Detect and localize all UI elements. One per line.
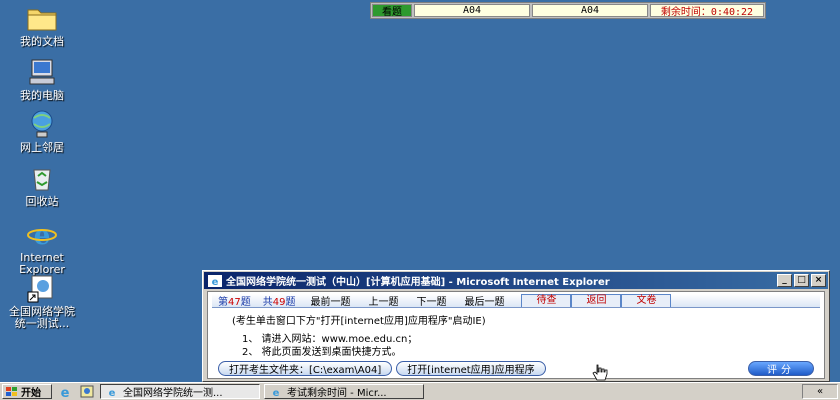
desktop-icon-label: 回收站 <box>25 195 59 208</box>
system-tray[interactable]: « <box>802 384 838 399</box>
question-nav-bar: 第47题 共49题 最前一题 上一题 下一题 最后一题 待查 返回 文卷 <box>212 294 820 308</box>
desktop-icon-exam-shortcut[interactable]: 全国网络学院 统一测试... <box>0 272 84 330</box>
taskbar-item-exam-window[interactable]: e 全国网络学院统一测... <box>100 384 260 399</box>
step-2: 2、 将此页面发送到桌面快捷方式。 <box>242 347 402 358</box>
desktop-icon-my-computer[interactable]: 我的电脑 <box>0 56 84 102</box>
tray-expand-icon: « <box>816 386 824 397</box>
svg-text:e: e <box>61 386 70 399</box>
ie-icon: e <box>273 388 280 398</box>
svg-text:e: e <box>34 221 51 250</box>
start-label: 开始 <box>21 388 41 399</box>
desktop-icon-recycle-bin[interactable]: 回收站 <box>0 162 84 208</box>
svg-text:e: e <box>212 277 219 287</box>
desktop-icon-my-documents[interactable]: 我的文档 <box>0 2 84 48</box>
prev-question-link[interactable]: 上一题 <box>359 293 407 308</box>
hand-cursor-icon <box>592 364 608 381</box>
instruction-text: (考生单击窗口下方"打开[internet应用]应用程序"启动IE) <box>232 316 486 327</box>
close-icon: × <box>814 275 823 285</box>
folder-icon <box>27 9 57 31</box>
maximize-button[interactable]: □ <box>794 274 809 287</box>
view-question-button[interactable]: 看题 <box>372 4 412 18</box>
last-question-link[interactable]: 最后一题 <box>455 293 513 308</box>
desktop-icon-label: 我的文档 <box>20 35 64 48</box>
computer-icon <box>29 59 55 85</box>
desktop-icon-label-line2: 统一测试... <box>14 317 70 330</box>
paper-tab[interactable]: 文卷 <box>622 294 671 307</box>
score-button[interactable]: 评分 <box>748 360 814 376</box>
exam-status-bar: 看题 A04 A04 剩余时间：0:40:22 <box>370 2 766 19</box>
action-row: 打开考生文件夹：[C:\exam\A04] 打开[internet应用]应用程序… <box>218 360 818 376</box>
quicklaunch-ie-icon[interactable]: e <box>56 384 74 399</box>
ie-icon: e <box>27 221 57 250</box>
open-app-button[interactable]: 打开[internet应用]应用程序 <box>396 360 546 376</box>
back-tab[interactable]: 返回 <box>572 294 621 307</box>
remaining-time: 剩余时间：0:40:22 <box>650 4 764 18</box>
windows-logo-icon <box>6 386 17 396</box>
desktop-icon-network[interactable]: 网上邻居 <box>0 108 84 154</box>
minimize-button[interactable]: _ <box>777 274 792 287</box>
minimize-icon: _ <box>782 275 787 285</box>
exam-code-cell: A04 <box>414 4 530 17</box>
first-question-link[interactable]: 最前一题 <box>301 293 359 308</box>
exam-code-cell-2: A04 <box>532 4 648 17</box>
ie-icon: e <box>109 388 116 398</box>
taskbar-item-label: 考试剩余时间 - Micr... <box>287 388 387 399</box>
quicklaunch-outlook-icon[interactable] <box>78 384 96 399</box>
window-title: 全国网络学院统一测试（中山）[计算机应用基础] - Microsoft Inte… <box>226 277 610 288</box>
next-question-link[interactable]: 下一题 <box>407 293 455 308</box>
open-folder-button[interactable]: 打开考生文件夹：[C:\exam\A04] <box>218 360 393 376</box>
taskbar: 开始 e e 全国网络学院统一测... e 考试剩余时间 - Micr... « <box>0 382 840 400</box>
network-icon <box>31 110 53 138</box>
shortcut-icon <box>27 275 53 303</box>
start-button[interactable]: 开始 <box>2 384 52 399</box>
desktop-icon-internet-explorer[interactable]: e Internet Explorer <box>0 218 84 276</box>
pending-review-tab[interactable]: 待查 <box>522 294 571 307</box>
maximize-icon: □ <box>797 275 806 285</box>
svg-text:e: e <box>273 388 280 398</box>
total-questions: 共49题 <box>262 297 296 308</box>
window-titlebar[interactable]: e 全国网络学院统一测试（中山）[计算机应用基础] - Microsoft In… <box>204 272 828 289</box>
current-question: 第47题 <box>218 297 251 308</box>
exam-page: 第47题 共49题 最前一题 上一题 下一题 最后一题 待查 返回 文卷 (考生… <box>207 291 825 379</box>
ie-icon: e <box>208 274 222 287</box>
desktop-icon-label: 我的电脑 <box>20 89 64 102</box>
recycle-bin-icon <box>33 169 51 191</box>
action-tabs: 待查 返回 文卷 <box>521 294 672 307</box>
svg-text:e: e <box>109 388 116 398</box>
taskbar-item-label: 全国网络学院统一测... <box>123 388 223 399</box>
desktop-icon-label: 网上邻居 <box>20 141 64 154</box>
taskbar-item-timer-window[interactable]: e 考试剩余时间 - Micr... <box>264 384 424 399</box>
ie-window: e 全国网络学院统一测试（中山）[计算机应用基础] - Microsoft In… <box>202 270 830 382</box>
close-button[interactable]: × <box>811 274 826 287</box>
